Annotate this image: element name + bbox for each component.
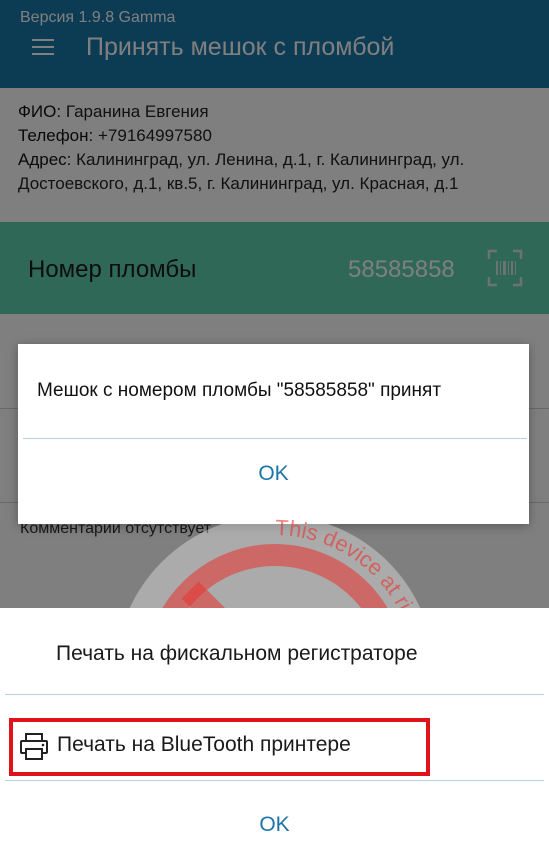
print-fiscal-option[interactable]: Печать на фискальном регистраторе	[56, 642, 418, 666]
sheet-ok-button[interactable]: OK	[0, 813, 549, 837]
alert-divider	[23, 438, 527, 439]
print-options-sheet: Печать на фискальном регистраторе Печать…	[0, 608, 549, 866]
print-bluetooth-label: Печать на BlueTooth принтере	[57, 733, 351, 756]
printer-icon	[20, 733, 48, 760]
alert-dialog: Мешок с номером пломбы "58585858" принят…	[18, 344, 529, 524]
alert-ok-button[interactable]: OK	[18, 462, 529, 486]
print-bluetooth-option[interactable]: Печать на BlueTooth принтере	[9, 718, 430, 776]
sheet-divider	[5, 694, 544, 695]
alert-message: Мешок с номером пломбы "58585858" принят	[37, 380, 442, 401]
sheet-divider	[5, 780, 544, 781]
